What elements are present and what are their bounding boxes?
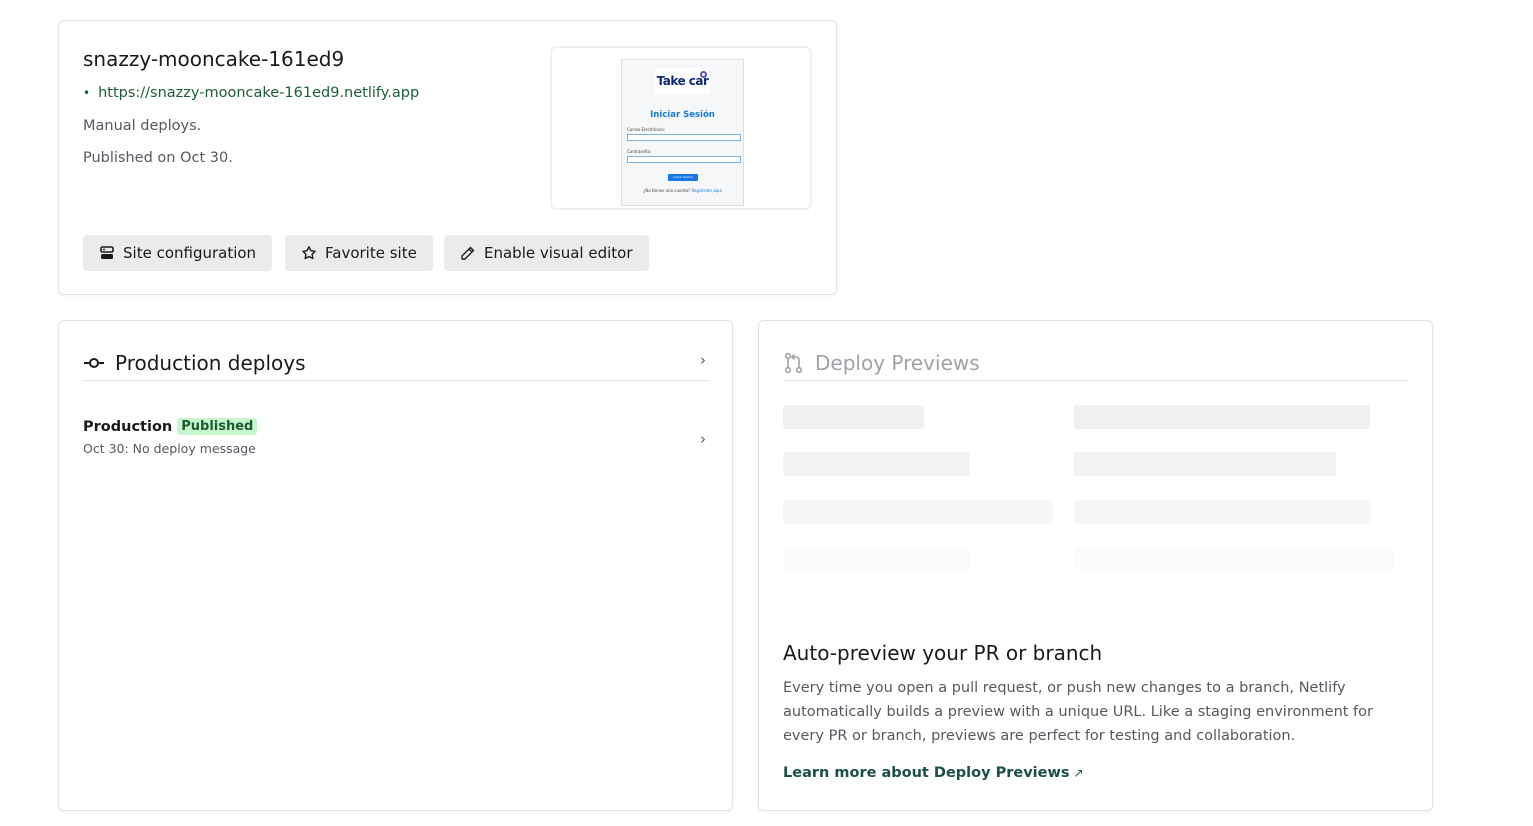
site-name: snazzy-mooncake-161ed9 [83,47,345,71]
deploy-mode-text: Manual deploys. [83,118,202,134]
deploy-previews-title: Deploy Previews [815,350,980,375]
thumbnail-title: Iniciar Sesión [650,110,715,120]
deploy-row-header: Production Published [83,418,708,435]
star-icon [302,246,316,260]
production-deploys-card: Production deploys › Production Publishe… [58,320,733,811]
enable-visual-editor-label: Enable visual editor [484,244,633,262]
thumbnail-password-field [627,156,741,163]
location-pin-icon [700,71,707,78]
production-deploys-title: Production deploys [115,350,306,375]
favorite-site-label: Favorite site [325,244,417,262]
deploy-previews-description: Every time you open a pull request, or p… [783,680,1373,744]
site-configuration-label: Site configuration [123,244,257,262]
thumbnail-login-button: Iniciar Sesión [668,174,698,181]
pencil-icon [461,246,475,260]
favorite-site-button[interactable]: Favorite site [285,235,433,271]
thumbnail-email-field [627,134,741,141]
learn-more-deploy-previews-link[interactable]: Learn more about Deploy Previews ↗ [783,765,1084,781]
chevron-right-icon: › [700,430,706,448]
thumbnail-password-label: Contraseña: [627,149,652,154]
thumbnail-footer-link: Regístrate aquí [691,188,722,193]
skeleton-placeholder [1074,500,1370,524]
skeleton-placeholder [783,405,924,429]
skeleton-placeholder [1074,546,1394,570]
thumbnail-page: Take car Iniciar Sesión Correo Electróni… [621,59,744,206]
status-badge: Published [177,418,258,435]
production-deploys-header[interactable]: Production deploys › [83,345,708,381]
thumbnail-footer-text: ¿No tienes una cuenta? [643,188,691,193]
site-url-link[interactable]: https://snazzy-mooncake-161ed9.netlify.a… [98,85,419,101]
skeleton-placeholder [783,546,970,570]
site-screenshot-thumbnail[interactable]: Take car Iniciar Sesión Correo Electróni… [550,46,812,210]
thumbnail-footer: ¿No tienes una cuenta? Regístrate aquí [622,188,743,193]
chevron-right-icon: › [700,351,706,369]
enable-visual-editor-button[interactable]: Enable visual editor [444,235,649,271]
production-deploy-row[interactable]: Production Published Oct 30: No deploy m… [83,418,708,464]
site-configuration-button[interactable]: Site configuration [83,235,273,271]
skeleton-placeholder [1074,452,1336,476]
skeleton-placeholder [1074,405,1370,429]
published-date-text: Published on Oct 30. [83,150,233,166]
learn-more-label: Learn more about Deploy Previews [783,765,1070,781]
server-icon [100,246,114,259]
deploy-context-label: Production [83,418,173,435]
deploy-message: Oct 30: No deploy message [83,441,256,456]
thumbnail-logo: Take car [655,68,710,94]
deploy-previews-heading: Auto-preview your PR or branch [783,641,1103,665]
deploy-previews-card: Deploy Previews Auto-preview your PR or … [758,320,1433,811]
commit-icon [84,357,104,368]
site-overview-card: snazzy-mooncake-161ed9 • https://snazzy-… [58,20,837,295]
skeleton-placeholder [783,452,970,476]
site-url-row: • https://snazzy-mooncake-161ed9.netlify… [83,85,419,101]
thumbnail-email-label: Correo Electrónico: [627,127,666,132]
external-link-icon: ↗ [1073,766,1084,780]
bullet-icon: • [83,86,91,100]
deploy-previews-header: Deploy Previews [783,345,1408,381]
pull-request-icon [784,352,803,373]
thumbnail-login-button-label: Iniciar Sesión [672,175,693,179]
skeleton-placeholder [783,500,1053,524]
